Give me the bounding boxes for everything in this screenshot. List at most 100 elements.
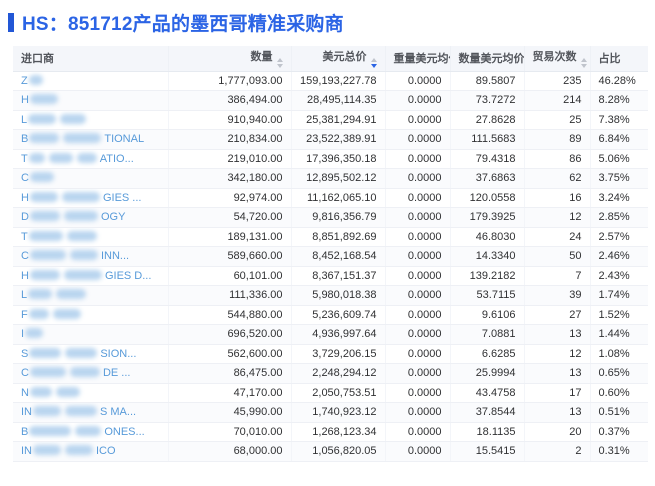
- redacted-name-segment: [29, 211, 60, 222]
- column-header-usd_total[interactable]: 美元总价: [291, 46, 386, 72]
- importer-name-link[interactable]: L: [13, 110, 169, 130]
- caret-up-icon[interactable]: [370, 58, 377, 63]
- importer-name-link[interactable]: L: [13, 285, 169, 306]
- importer-name-link[interactable]: C: [13, 168, 169, 189]
- cell-share: 1.44%: [590, 324, 648, 345]
- importer-name-link[interactable]: B TIONAL: [13, 129, 169, 150]
- cell-usd_per_weight: 0.0000: [385, 90, 451, 111]
- redacted-name-segment: [63, 269, 102, 280]
- redacted-name-segment: [33, 445, 61, 456]
- cell-quantity: 189,131.00: [168, 227, 292, 247]
- redacted-name-segment: [76, 152, 97, 163]
- caret-up-icon[interactable]: [580, 58, 587, 63]
- cell-quantity: 386,494.00: [168, 90, 292, 111]
- importer-name-prefix: T: [21, 152, 28, 165]
- sort-icon[interactable]: [580, 58, 587, 69]
- importer-name-suffix: ATIO...: [99, 152, 134, 165]
- cell-share: 1.74%: [590, 285, 648, 306]
- column-header-trade_count[interactable]: 贸易次数: [524, 46, 591, 72]
- importer-name-link[interactable]: IN ICO: [13, 441, 169, 462]
- importer-name-link[interactable]: S SION...: [13, 344, 169, 364]
- caret-down-icon[interactable]: [276, 64, 283, 69]
- importer-name-link[interactable]: H: [13, 90, 169, 111]
- cell-usd_total: 8,452,168.54: [291, 246, 386, 267]
- importer-name-link[interactable]: H GIES D...: [13, 266, 169, 286]
- cell-usd_per_weight: 0.0000: [385, 168, 451, 189]
- importer-name-link[interactable]: N: [13, 383, 169, 403]
- redacted-name-segment: [69, 367, 100, 378]
- cell-share: 0.31%: [590, 441, 648, 462]
- caret-down-icon[interactable]: [370, 64, 377, 69]
- cell-trade_count: 24: [524, 227, 591, 247]
- cell-usd_per_weight: 0.0000: [385, 266, 451, 286]
- cell-quantity: 910,940.00: [168, 110, 292, 130]
- importer-name-prefix: IN: [21, 406, 32, 419]
- column-header-quantity[interactable]: 数量: [168, 46, 292, 72]
- importer-name-link[interactable]: B ONES...: [13, 422, 169, 442]
- cell-usd_total: 17,396,350.18: [291, 149, 386, 169]
- cell-usd_per_weight: 0.0000: [385, 422, 451, 442]
- table-row: I 696,520.00 4,936,997.64 0.0000 7.0881 13 1.4…: [13, 324, 648, 345]
- cell-share: 3.75%: [590, 168, 648, 189]
- importer-name-suffix: DE ...: [102, 367, 131, 380]
- caret-up-icon[interactable]: [276, 58, 283, 63]
- sort-icon[interactable]: [370, 58, 377, 69]
- column-label: 占比: [598, 53, 621, 66]
- importer-name-link[interactable]: I: [13, 324, 169, 345]
- sort-icon[interactable]: [276, 58, 283, 69]
- table-row: L 111,336.00 5,980,018.38 0.0000 53.7115 39 1.…: [13, 285, 648, 306]
- cell-quantity: 696,520.00: [168, 324, 292, 345]
- cell-usd_per_unit: 139.2182: [450, 266, 525, 286]
- cell-usd_per_weight: 0.0000: [385, 344, 451, 364]
- importer-name-link[interactable]: T ATIO...: [13, 149, 169, 169]
- cell-trade_count: 89: [524, 129, 591, 150]
- cell-usd_per_unit: 53.7115: [450, 285, 525, 306]
- importer-name-link[interactable]: Z: [13, 71, 169, 91]
- cell-usd_total: 8,851,892.69: [291, 227, 386, 247]
- redacted-name-segment: [29, 172, 54, 183]
- column-label: 美元总价: [322, 51, 367, 64]
- cell-trade_count: 25: [524, 110, 591, 130]
- importer-name-link[interactable]: C INN...: [13, 246, 169, 267]
- redacted-name-segment: [52, 308, 81, 319]
- cell-usd_per_unit: 15.5415: [450, 441, 525, 462]
- cell-quantity: 92,974.00: [168, 188, 292, 208]
- cell-usd_total: 25,381,294.91: [291, 110, 386, 130]
- cell-usd_per_weight: 0.0000: [385, 71, 451, 91]
- importer-name-link[interactable]: D OGY: [13, 207, 169, 228]
- redacted-name-segment: [28, 308, 49, 319]
- cell-usd_total: 4,936,997.64: [291, 324, 386, 345]
- cell-usd_per_unit: 79.4318: [450, 149, 525, 169]
- caret-down-icon[interactable]: [580, 64, 587, 69]
- cell-usd_per_unit: 14.3340: [450, 246, 525, 267]
- cell-usd_per_weight: 0.0000: [385, 305, 451, 325]
- redacted-name-segment: [29, 386, 52, 397]
- cell-quantity: 60,101.00: [168, 266, 292, 286]
- cell-usd_total: 23,522,389.91: [291, 129, 386, 150]
- cell-trade_count: 86: [524, 149, 591, 169]
- importer-name-prefix: L: [21, 289, 28, 302]
- importer-name-link[interactable]: T: [13, 227, 169, 247]
- cell-quantity: 47,170.00: [168, 383, 292, 403]
- cell-usd_per_unit: 37.6863: [450, 168, 525, 189]
- redacted-name-segment: [65, 347, 98, 358]
- table-row: S SION... 562,600.00 3,729,206.15 0.0000 6.62…: [13, 344, 648, 364]
- importer-name-prefix: C: [21, 250, 29, 263]
- importer-name-suffix: S MA...: [100, 406, 137, 419]
- page: HS：851712产品的墨西哥精准采购商 进口商 数量 美元总价 重量美元均价数量美元…: [0, 0, 655, 486]
- cell-trade_count: 20: [524, 422, 591, 442]
- importer-name-link[interactable]: H GIES ...: [13, 188, 169, 208]
- importer-name-link[interactable]: F: [13, 305, 169, 325]
- redacted-name-segment: [48, 152, 73, 163]
- column-header-usd_per_weight: 重量美元均价: [385, 46, 451, 72]
- cell-trade_count: 7: [524, 266, 591, 286]
- table-row: D OGY 54,720.00 9,816,356.79 0.0000 179.3925 1…: [13, 207, 648, 228]
- redacted-name-segment: [28, 230, 63, 241]
- importer-name-link[interactable]: IN S MA...: [13, 402, 169, 423]
- cell-usd_per_unit: 25.9994: [450, 363, 525, 384]
- importer-name-prefix: L: [21, 113, 28, 126]
- table-row: T ATIO... 219,010.00 17,396,350.18 0.0000 79.…: [13, 149, 648, 169]
- cell-trade_count: 12: [524, 344, 591, 364]
- cell-share: 1.08%: [590, 344, 648, 364]
- importer-name-link[interactable]: C DE ...: [13, 363, 169, 384]
